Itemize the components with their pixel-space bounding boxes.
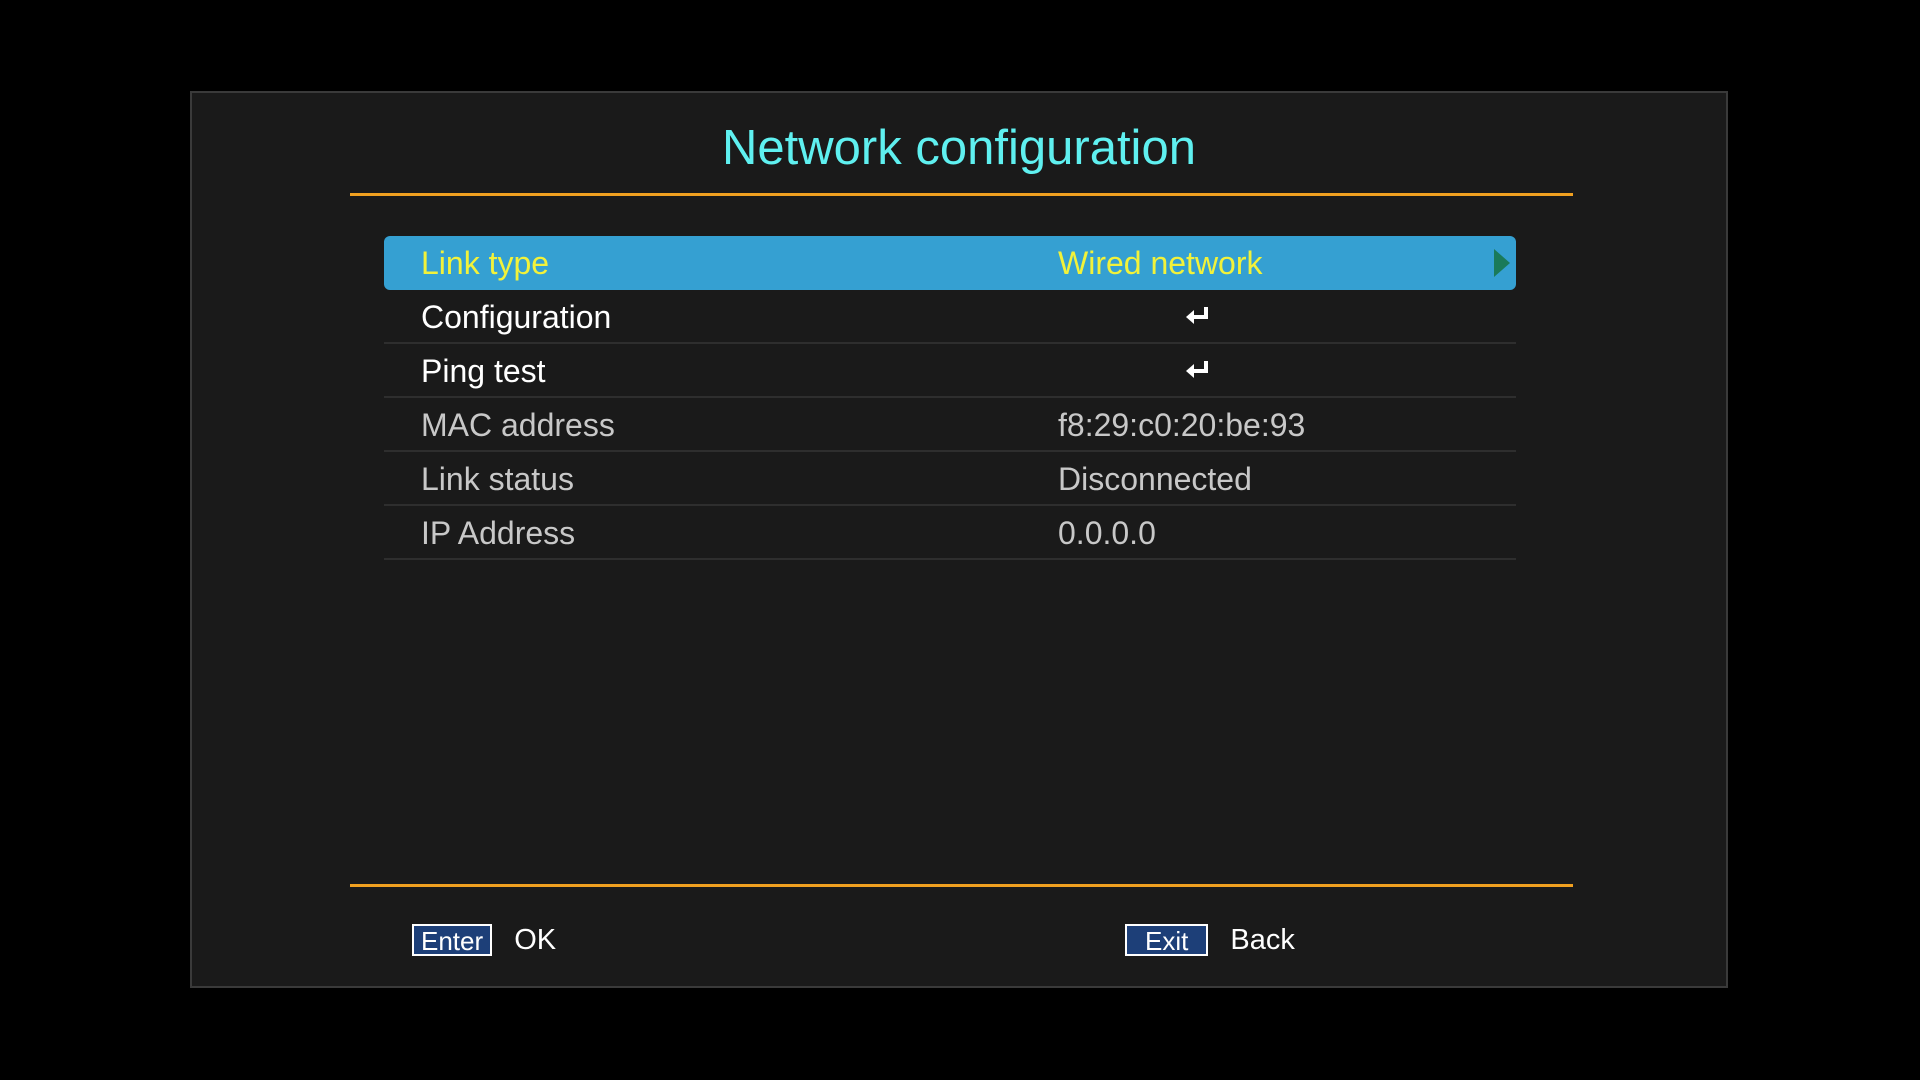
link-type-value: Wired network bbox=[1058, 245, 1263, 281]
exit-key-button[interactable]: Exit bbox=[1125, 924, 1209, 957]
title-divider bbox=[350, 193, 1573, 196]
footer-hint-exit: Exit Back bbox=[1125, 923, 1295, 961]
info-row-label: IP Address bbox=[421, 515, 576, 551]
ip-address-value: 0.0.0.0 bbox=[1058, 515, 1156, 551]
link-status-value: Disconnected bbox=[1058, 461, 1252, 497]
enter-action-label: OK bbox=[514, 924, 557, 957]
footer-hint-enter: Enter OK bbox=[412, 923, 556, 961]
enter-return-icon bbox=[1186, 361, 1208, 378]
chevron-right-icon[interactable] bbox=[1494, 249, 1510, 277]
info-row-label: MAC address bbox=[421, 407, 615, 443]
enter-return-icon bbox=[1186, 307, 1208, 324]
menu-item-label: Configuration bbox=[421, 299, 612, 335]
mac-address-value: f8:29:c0:20:be:93 bbox=[1058, 407, 1306, 443]
page-title: Network configuration bbox=[722, 121, 1196, 175]
menu-item-link-type[interactable]: Link type Wired network bbox=[384, 236, 1516, 290]
enter-key-button[interactable]: Enter bbox=[412, 924, 493, 957]
info-row-ip-address: IP Address 0.0.0.0 bbox=[384, 506, 1516, 560]
menu-item-configuration[interactable]: Configuration bbox=[384, 290, 1516, 344]
menu-item-ping-test[interactable]: Ping test bbox=[384, 344, 1516, 398]
network-configuration-panel: Network configuration Link type Wired ne… bbox=[190, 91, 1728, 988]
menu-item-label: Ping test bbox=[421, 353, 546, 389]
info-row-link-status: Link status Disconnected bbox=[384, 452, 1516, 506]
info-row-label: Link status bbox=[421, 461, 574, 497]
exit-action-label: Back bbox=[1230, 924, 1295, 957]
menu-item-label: Link type bbox=[421, 245, 550, 281]
info-row-mac-address: MAC address f8:29:c0:20:be:93 bbox=[384, 398, 1516, 452]
settings-menu: Link type Wired network Configuration Pi… bbox=[384, 236, 1516, 560]
footer-divider bbox=[350, 884, 1573, 887]
